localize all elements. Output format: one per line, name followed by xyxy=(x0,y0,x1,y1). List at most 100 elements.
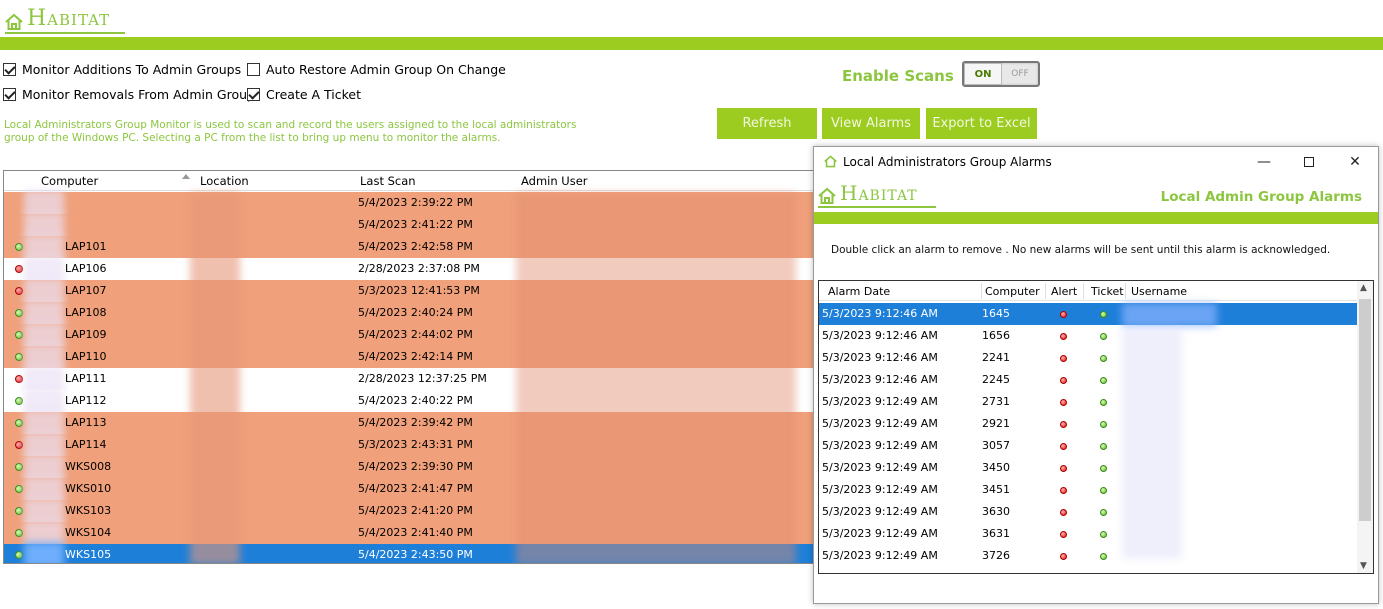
alarm-date: 5/3/2023 9:12:49 AM xyxy=(822,505,938,518)
checkbox-box[interactable] xyxy=(247,88,260,101)
close-icon[interactable]: ✕ xyxy=(1345,153,1365,171)
chevron-up-icon[interactable]: ▲ xyxy=(1360,283,1367,293)
enable-scans-label: Enable Scans xyxy=(842,67,954,85)
status-green-icon xyxy=(15,463,23,471)
toggle-off[interactable]: OFF xyxy=(1002,63,1038,85)
alert-red-icon xyxy=(1060,509,1067,516)
checkbox-box[interactable] xyxy=(3,88,16,101)
description-text: Local Administrators Group Monitor is us… xyxy=(4,119,577,144)
sort-ascending-icon xyxy=(182,174,190,179)
computer-name: LAP101 xyxy=(65,240,107,253)
computer-name: WKS008 xyxy=(65,460,112,473)
alert-red-icon xyxy=(1060,443,1067,450)
create-ticket-checkbox[interactable]: Create A Ticket xyxy=(247,87,361,102)
toggle-on[interactable]: ON xyxy=(964,63,1002,85)
alarm-row[interactable]: 5/3/2023 9:12:46 AM 1645 xyxy=(819,303,1359,325)
computer-name: LAP109 xyxy=(65,328,107,341)
ticket-green-icon xyxy=(1100,399,1107,406)
status-green-icon xyxy=(15,353,23,361)
computer-name: LAP106 xyxy=(65,262,107,275)
monitor-removals-label: Monitor Removals From Admin Group xyxy=(22,87,255,102)
column-ticket[interactable]: Ticket xyxy=(1091,285,1124,298)
alarm-row[interactable]: 5/3/2023 9:12:49 AM 3057 xyxy=(819,435,1359,457)
status-green-icon xyxy=(15,243,23,251)
alarm-row[interactable]: 5/3/2023 9:12:49 AM 3630 xyxy=(819,501,1359,523)
ticket-green-icon xyxy=(1100,465,1107,472)
last-scan: 5/4/2023 2:41:22 PM xyxy=(358,218,473,231)
logo-underline xyxy=(818,206,936,208)
column-last-scan[interactable]: Last Scan xyxy=(360,174,416,188)
redacted-admin-user xyxy=(516,193,796,563)
alert-red-icon xyxy=(1060,465,1067,472)
redacted-username xyxy=(1122,329,1182,559)
last-scan: 5/3/2023 12:41:53 PM xyxy=(358,284,480,297)
alarm-row[interactable]: 5/3/2023 9:12:46 AM 2245 xyxy=(819,369,1359,391)
alarm-computer: 3630 xyxy=(982,505,1010,518)
computer-name: LAP110 xyxy=(65,350,107,363)
status-green-icon xyxy=(15,551,23,559)
alarm-computer: 3451 xyxy=(982,483,1010,496)
auto-restore-checkbox[interactable]: Auto Restore Admin Group On Change xyxy=(247,62,506,77)
checkbox-box[interactable] xyxy=(247,63,260,76)
view-alarms-button[interactable]: View Alarms xyxy=(822,108,920,139)
last-scan: 2/28/2023 12:37:25 PM xyxy=(358,372,487,385)
alarm-row[interactable]: 5/3/2023 9:12:46 AM 2241 xyxy=(819,347,1359,369)
monitor-removals-checkbox[interactable]: Monitor Removals From Admin Group xyxy=(3,87,255,102)
computer-name: LAP114 xyxy=(65,438,107,451)
dialog-subtitle: Local Admin Group Alarms xyxy=(1160,189,1362,205)
alarm-row[interactable]: 5/3/2023 9:12:49 AM 3451 xyxy=(819,479,1359,501)
enable-scans-toggle[interactable]: ON OFF xyxy=(962,61,1040,87)
computer-name: LAP113 xyxy=(65,416,107,429)
status-green-icon xyxy=(15,331,23,339)
alarm-date: 5/3/2023 9:12:49 AM xyxy=(822,527,938,540)
refresh-button[interactable]: Refresh xyxy=(717,108,817,139)
house-icon xyxy=(5,13,23,31)
computer-name: WKS105 xyxy=(65,548,112,561)
alarm-date: 5/3/2023 9:12:49 AM xyxy=(822,439,938,452)
alarm-row[interactable]: 5/3/2023 9:12:49 AM 2921 xyxy=(819,413,1359,435)
alarm-list-scrollbar[interactable]: ▲ ▼ xyxy=(1357,281,1373,573)
alarm-row[interactable]: 5/3/2023 9:12:49 AM 3450 xyxy=(819,457,1359,479)
last-scan: 5/4/2023 2:42:14 PM xyxy=(358,350,473,363)
logo-underline xyxy=(5,32,125,34)
status-red-icon xyxy=(15,265,23,273)
alarm-row[interactable]: 5/3/2023 9:12:49 AM 3631 xyxy=(819,523,1359,545)
ticket-green-icon xyxy=(1100,377,1107,384)
alarm-computer: 2241 xyxy=(982,351,1010,364)
maximize-icon[interactable] xyxy=(1299,153,1319,171)
ticket-green-icon xyxy=(1100,333,1107,340)
redacted-location xyxy=(190,193,240,563)
column-admin-user[interactable]: Admin User xyxy=(521,174,588,188)
alarm-row[interactable]: 5/3/2023 9:12:49 AM 2731 xyxy=(819,391,1359,413)
status-red-icon xyxy=(15,287,23,295)
alarm-list[interactable]: Alarm Date Computer Alert Ticket Usernam… xyxy=(818,280,1374,574)
alarm-computer: 3631 xyxy=(982,527,1010,540)
last-scan: 5/4/2023 2:41:40 PM xyxy=(358,526,473,539)
alarm-row[interactable]: 5/3/2023 9:12:46 AM 1656 xyxy=(819,325,1359,347)
alarm-computer: 3450 xyxy=(982,461,1010,474)
column-alert[interactable]: Alert xyxy=(1051,285,1077,298)
export-excel-button[interactable]: Export to Excel xyxy=(926,108,1037,139)
monitor-additions-checkbox[interactable]: Monitor Additions To Admin Groups xyxy=(3,62,241,77)
checkbox-box[interactable] xyxy=(3,63,16,76)
monitor-additions-label: Monitor Additions To Admin Groups xyxy=(22,62,242,77)
alarm-date: 5/3/2023 9:12:46 AM xyxy=(822,373,938,386)
last-scan: 5/3/2023 2:43:31 PM xyxy=(358,438,473,451)
ticket-green-icon xyxy=(1100,355,1107,362)
column-username[interactable]: Username xyxy=(1131,285,1187,298)
alarm-date: 5/3/2023 9:12:49 AM xyxy=(822,395,938,408)
chevron-down-icon[interactable]: ▼ xyxy=(1360,561,1367,571)
alarm-date: 5/3/2023 9:12:49 AM xyxy=(822,549,938,562)
alarm-row[interactable]: 5/3/2023 9:12:49 AM 3726 xyxy=(819,545,1359,567)
column-computer[interactable]: Computer xyxy=(41,174,98,188)
ticket-green-icon xyxy=(1100,531,1107,538)
column-computer[interactable]: Computer xyxy=(985,285,1040,298)
last-scan: 5/4/2023 2:40:22 PM xyxy=(358,394,473,407)
scrollbar-thumb[interactable] xyxy=(1359,299,1371,521)
minimize-icon[interactable]: — xyxy=(1254,153,1274,171)
alarm-date: 5/3/2023 9:12:46 AM xyxy=(822,307,938,320)
computer-grid[interactable]: Computer Location Last Scan Admin User 5… xyxy=(3,170,815,564)
ticket-green-icon xyxy=(1100,421,1107,428)
column-alarm-date[interactable]: Alarm Date xyxy=(828,285,890,298)
column-location[interactable]: Location xyxy=(200,174,249,188)
